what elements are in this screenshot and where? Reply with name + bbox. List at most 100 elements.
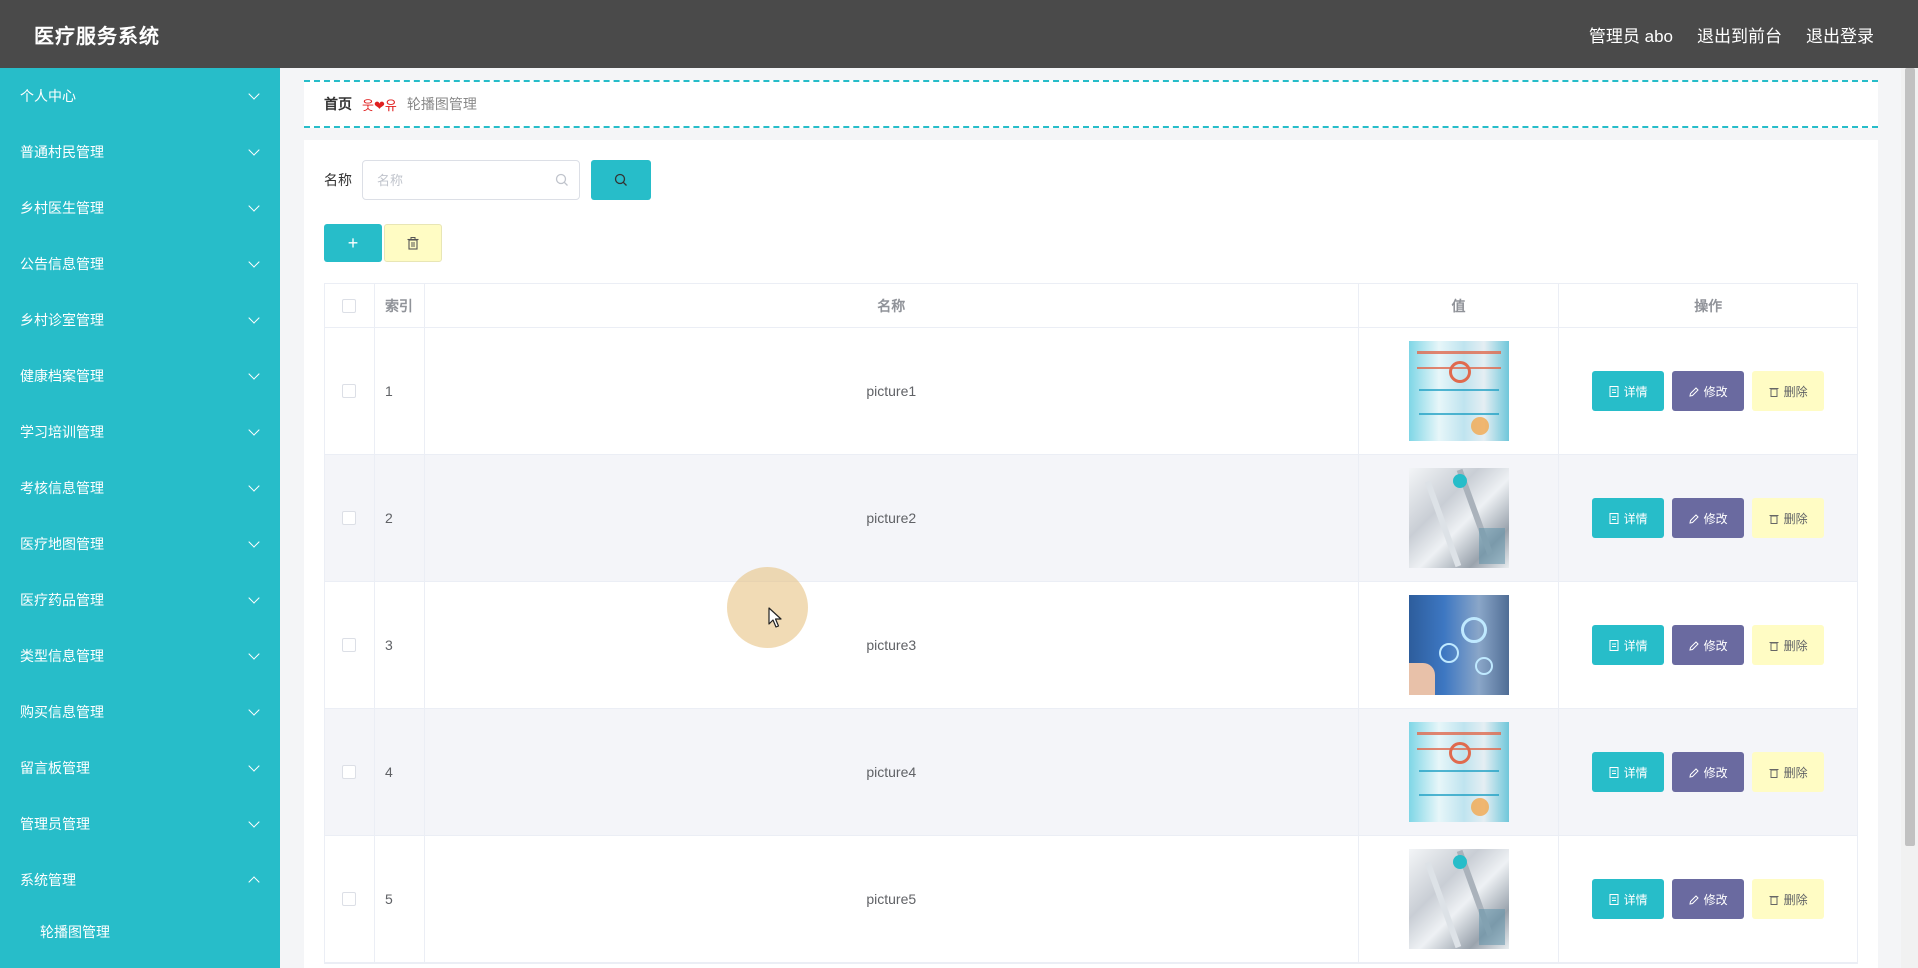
content-panel: 名称 + [304,140,1878,968]
sidebar-item-label: 购买信息管理 [20,704,104,720]
detail-button[interactable]: 详情 [1592,371,1665,411]
image-thumbnail[interactable] [1408,468,1509,568]
search-button[interactable] [591,160,651,200]
image-thumbnail[interactable] [1408,595,1509,695]
detail-button-label: 详情 [1623,892,1648,907]
row-select-cell [325,836,375,962]
trash-icon [1769,641,1779,651]
chevron-down-icon [248,144,260,156]
sidebar-item[interactable]: 乡村诊室管理 [0,292,280,348]
pencil-icon [1689,640,1699,651]
image-thumbnail[interactable] [1408,722,1509,822]
add-button[interactable]: + [324,224,382,262]
row-name: picture2 [425,455,1359,581]
row-value-cell [1359,328,1560,454]
detail-button-label: 详情 [1623,638,1648,653]
sidebar-item[interactable]: 留言板管理 [0,740,280,796]
chevron-down-icon [248,424,260,436]
edit-button[interactable]: 修改 [1672,625,1745,665]
trash-icon [407,236,419,250]
breadcrumb: 首页 웃❤유 轮播图管理 [304,80,1878,128]
sidebar-subitem[interactable]: 轮播图管理 [0,908,280,956]
chevron-down-icon [248,816,260,828]
table-row: 2 picture2 详情 修改 删除 [325,455,1857,582]
trash-icon [1769,895,1779,905]
sidebar-item[interactable]: 学习培训管理 [0,404,280,460]
breadcrumb-home[interactable]: 首页 [324,94,352,114]
logout-link[interactable]: 退出登录 [1806,22,1874,47]
delete-button-label: 删除 [1783,384,1808,399]
chevron-down-icon [248,480,260,492]
delete-button-label: 删除 [1783,638,1808,653]
sidebar-item[interactable]: 类型信息管理 [0,628,280,684]
row-name: picture5 [425,836,1359,962]
delete-button-label: 删除 [1783,765,1808,780]
detail-button[interactable]: 详情 [1592,498,1665,538]
sidebar-item[interactable]: 管理员管理 [0,796,280,852]
table-body: 1 picture1 详情 修改 删除 2 picture2 详情 修改 删除 3 picture3 详… [325,328,1857,963]
row-index: 5 [375,836,425,962]
chevron-down-icon [248,648,260,660]
sidebar-item[interactable]: 乡村医生管理 [0,180,280,236]
sidebar-item[interactable]: 医疗药品管理 [0,572,280,628]
sidebar-item[interactable]: 个人中心 [0,68,280,124]
sidebar-item[interactable]: 系统管理 [0,852,280,908]
column-header-name: 名称 [425,284,1359,327]
detail-button[interactable]: 详情 [1592,752,1665,792]
row-checkbox[interactable] [342,765,357,779]
chevron-down-icon [248,368,260,380]
sidebar-item-label: 乡村医生管理 [20,200,104,216]
sidebar-item[interactable]: 公告信息管理 [0,236,280,292]
delete-button[interactable]: 删除 [1752,879,1825,919]
delete-button[interactable]: 删除 [1752,371,1825,411]
sidebar-item[interactable]: 健康档案管理 [0,348,280,404]
search-icon [614,173,627,186]
row-select-cell [325,455,375,581]
sidebar-item-label: 医疗地图管理 [20,536,104,552]
back-to-front-link[interactable]: 退出到前台 [1697,22,1782,47]
row-checkbox[interactable] [342,892,357,906]
search-icon [555,173,568,186]
sidebar-item[interactable]: 医疗地图管理 [0,516,280,572]
delete-button-label: 删除 [1783,892,1808,907]
image-thumbnail[interactable] [1408,341,1509,441]
sidebar-item[interactable]: 考核信息管理 [0,460,280,516]
top-bar: 医疗服务系统 管理员 abo 退出到前台 退出登录 [0,0,1918,68]
row-checkbox[interactable] [342,511,357,525]
detail-button-label: 详情 [1623,511,1648,526]
row-value-cell [1359,582,1560,708]
main-area: 首页 웃❤유 轮播图管理 名称 + [280,68,1918,968]
trash-icon [1769,387,1779,397]
chevron-down-icon [248,704,260,716]
row-checkbox[interactable] [342,384,357,398]
scrollbar-thumb[interactable] [1905,68,1915,846]
sidebar-item[interactable]: 普通村民管理 [0,124,280,180]
row-checkbox[interactable] [342,638,357,652]
edit-button[interactable]: 修改 [1672,879,1745,919]
image-thumbnail[interactable] [1408,849,1509,949]
edit-button[interactable]: 修改 [1672,371,1745,411]
row-index: 4 [375,709,425,835]
sidebar-item-label: 普通村民管理 [20,144,104,160]
pencil-icon [1689,386,1699,397]
detail-button[interactable]: 详情 [1592,625,1665,665]
table-header: 索引 名称 值 操作 [325,284,1857,328]
delete-button[interactable]: 删除 [1752,625,1825,665]
edit-button-label: 修改 [1703,638,1728,653]
delete-button[interactable]: 删除 [1752,498,1825,538]
document-icon [1609,893,1619,905]
edit-button[interactable]: 修改 [1672,752,1745,792]
sidebar-item-label: 健康档案管理 [20,368,104,384]
sidebar-item-label: 管理员管理 [20,816,90,832]
sidebar-item[interactable]: 购买信息管理 [0,684,280,740]
sidebar-item-label: 留言板管理 [20,760,90,776]
select-all-checkbox[interactable] [342,298,357,313]
search-input[interactable] [363,161,579,199]
bulk-delete-button[interactable] [384,224,442,262]
vertical-scrollbar[interactable] [1901,68,1918,968]
plus-icon: + [347,232,359,253]
edit-button[interactable]: 修改 [1672,498,1745,538]
detail-button[interactable]: 详情 [1592,879,1665,919]
data-table: 索引 名称 值 操作 1 picture1 详情 修改 删除 2 picture2 详情 修改删… [324,283,1858,964]
delete-button[interactable]: 删除 [1752,752,1825,792]
